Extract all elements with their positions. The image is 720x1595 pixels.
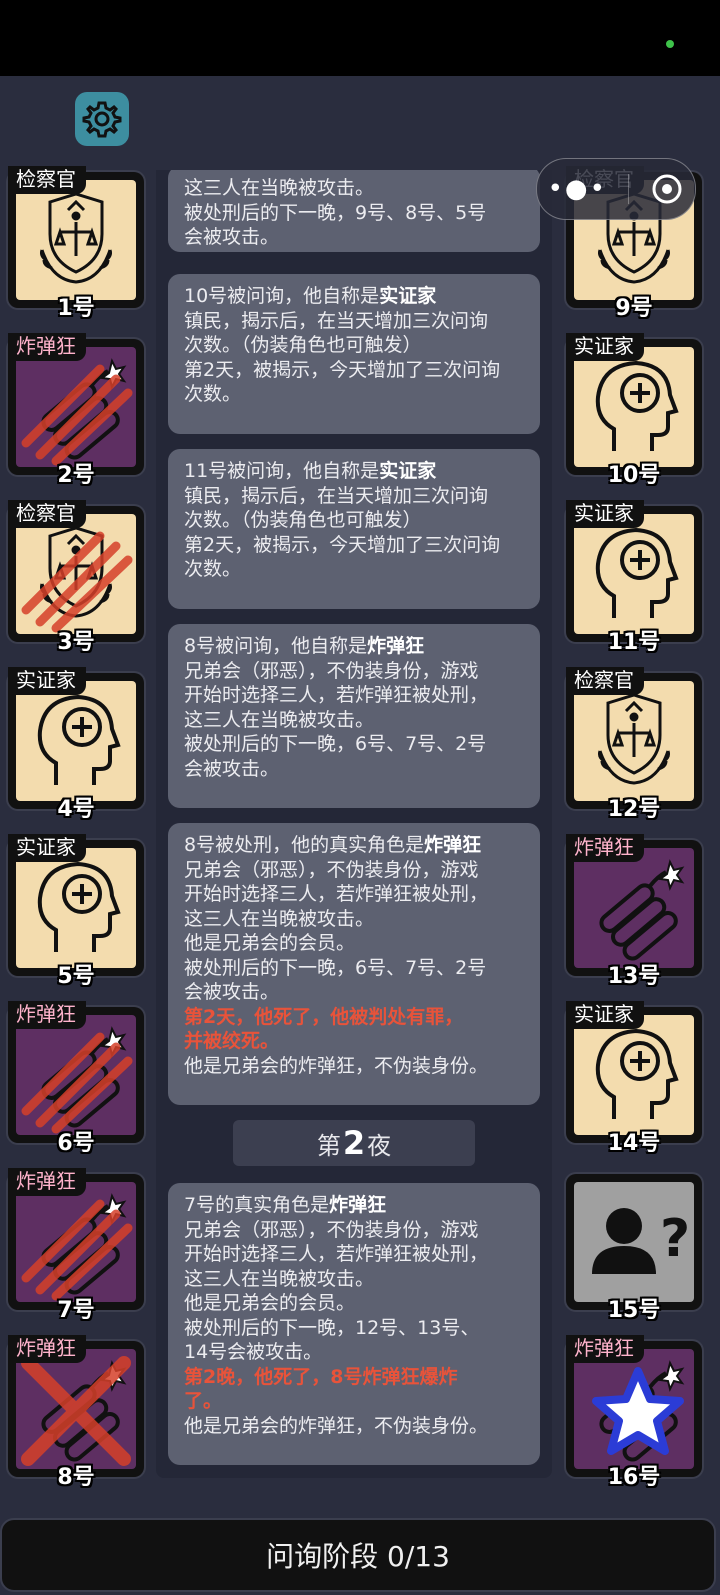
head-plus-icon [37,861,121,952]
log-message: 这三人在当晚被攻击。 被处刑后的下一晚，9号、8号、5号 会被攻击。 [168,170,540,252]
gear-icon [82,101,122,138]
head-plus-icon [595,1028,679,1119]
player-number: 12号 [607,797,661,822]
claw-marks-icon [21,364,133,466]
player-number: 13号 [607,964,661,989]
phase-label: 问询阶段 0/13 [266,1540,450,1573]
phase-bar[interactable]: 问询阶段 0/13 [0,1518,716,1592]
mini-program-capsule: •●• [536,158,696,220]
role-tag: 实证家 [566,500,644,528]
role-tag: 实证家 [8,667,86,695]
log-message: 11号被问询，他自称是实证家 镇民，揭示后，在当天增加三次问询 次数。（伪装角色… [168,449,540,609]
player-card-bomber[interactable]: 炸弹狂 8号 [8,1335,148,1490]
bomb-icon [599,859,685,961]
player-number: 5号 [57,964,95,989]
player-number: 6号 [57,1131,95,1156]
role-tag: 炸弹狂 [8,1168,86,1196]
player-number: 8号 [57,1465,95,1490]
player-card-empiricist[interactable]: 实证家 10号 [566,333,706,488]
card-portrait [574,514,694,634]
role-tag: 检察官 [8,166,86,194]
player-card-prosecutor[interactable]: 检察官 12号 [566,667,706,822]
night-divider: 第2夜 [233,1120,475,1166]
player-card-bomber[interactable]: 炸弹狂 6号 [8,1001,148,1156]
card-portrait [16,1015,136,1135]
card-portrait [574,848,694,968]
head-plus-icon [595,527,679,618]
role-tag: 炸弹狂 [8,333,86,361]
head-plus-icon [595,360,679,451]
role-tag: 炸弹狂 [566,834,644,862]
player-card-empiricist[interactable]: 实证家 14号 [566,1001,706,1156]
player-number: 4号 [57,797,95,822]
player-number: 14号 [607,1131,661,1156]
settings-button[interactable] [75,92,129,146]
card-portrait [16,848,136,968]
card-portrait [574,1015,694,1135]
role-tag: 检察官 [8,500,86,528]
status-indicator-dot [666,40,674,48]
player-number: 7号 [57,1298,95,1323]
unknown-player-icon: ? [592,1208,690,1274]
player-number: 9号 [615,296,653,321]
log-message: 10号被问询，他自称是实证家 镇民，揭示后，在当天增加三次问询 次数。（伪装角色… [168,274,540,434]
status-bar [0,0,720,76]
player-number: 10号 [607,463,661,488]
role-tag: 实证家 [8,834,86,862]
card-frame: ? [566,1174,702,1310]
role-tag: 实证家 [566,1001,644,1029]
card-portrait [16,1182,136,1302]
role-tag: 炸弹狂 [8,1335,86,1363]
player-number: 16号 [607,1465,661,1490]
card-portrait [574,1349,694,1469]
player-number: 11号 [607,630,661,655]
player-card-empiricist[interactable]: 实证家 11号 [566,500,706,655]
card-portrait: ? [574,1182,694,1302]
cross-mark-icon [21,1356,131,1466]
player-card-empiricist[interactable]: 实证家 4号 [8,667,148,822]
role-tag: 炸弹狂 [566,1335,644,1363]
svg-text:?: ? [660,1209,690,1269]
player-card-empiricist[interactable]: 实证家 5号 [8,834,148,989]
player-card-bomber[interactable]: 炸弹狂 16号 [566,1335,706,1490]
player-number: 3号 [57,630,95,655]
player-card-prosecutor[interactable]: 检察官 1号 [8,166,148,321]
prosecutor-badge-icon [598,693,670,785]
player-number: 1号 [57,296,95,321]
log-message: 8号被问询，他自称是炸弹狂 兄弟会（邪恶），不伪装身份，游戏 开始时选择三人，若… [168,624,540,808]
player-number: 15号 [607,1298,661,1323]
log-message: 7号的真实角色是炸弹狂 兄弟会（邪恶），不伪装身份，游戏 开始时选择三人，若炸弹… [168,1183,540,1465]
player-number: 2号 [57,463,95,488]
card-portrait [16,681,136,801]
card-portrait [16,1349,136,1469]
more-dots-icon[interactable]: •●• [548,174,607,204]
prosecutor-badge-icon [40,192,112,284]
player-card-bomber[interactable]: 炸弹狂 7号 [8,1168,148,1323]
log-message: 8号被处刑，他的真实角色是炸弹狂 兄弟会（邪恶），不伪装身份，游戏 开始时选择三… [168,823,540,1105]
role-tag: 炸弹狂 [8,1001,86,1029]
player-card-unknown[interactable]: ? 15号 [566,1174,706,1323]
claw-marks-icon [21,1032,133,1134]
star-icon [592,1367,684,1455]
card-portrait [16,347,136,467]
close-circle-icon[interactable] [650,172,684,206]
player-card-prosecutor[interactable]: 检察官 3号 [8,500,148,655]
player-card-bomber[interactable]: 炸弹狂 13号 [566,834,706,989]
card-portrait [16,180,136,300]
claw-marks-icon [21,1199,133,1301]
card-portrait [574,347,694,467]
role-tag: 实证家 [566,333,644,361]
card-portrait [16,514,136,634]
card-portrait [574,681,694,801]
event-log[interactable]: 这三人在当晚被攻击。 被处刑后的下一晚，9号、8号、5号 会被攻击。 10号被问… [156,170,552,1478]
player-card-bomber[interactable]: 炸弹狂 2号 [8,333,148,488]
role-tag: 检察官 [566,667,644,695]
head-plus-icon [37,694,121,785]
